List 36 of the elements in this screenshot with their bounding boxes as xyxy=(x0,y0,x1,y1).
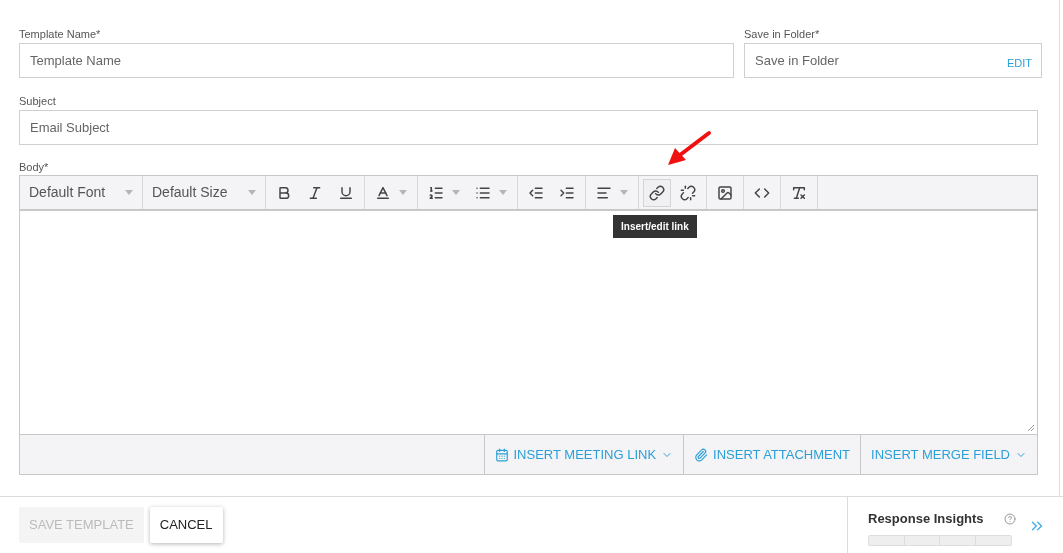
bold-icon xyxy=(276,184,292,201)
annotation-arrow xyxy=(666,130,712,167)
resize-handle-icon xyxy=(1027,424,1035,432)
insert-button[interactable]: INSERT MERGE FIELD xyxy=(860,435,1037,474)
caret-icon xyxy=(248,190,256,195)
caret-icon xyxy=(399,190,407,195)
calendar-icon xyxy=(494,447,509,462)
underline-icon xyxy=(338,184,354,201)
numbered-list-icon xyxy=(428,184,444,201)
field-label: Save in Folder* xyxy=(744,27,821,40)
caret-icon xyxy=(452,190,460,195)
field-label: Template Name* xyxy=(19,27,102,40)
dropdown-select[interactable]: Default Font xyxy=(20,176,143,209)
insert-button[interactable]: INSERT ATTACHMENT xyxy=(683,435,861,474)
insert-button[interactable]: INSERT MEETING LINK xyxy=(483,435,684,474)
text-color-icon xyxy=(375,184,391,201)
field-label: Body* xyxy=(19,160,50,173)
footer-button[interactable]: CANCEL xyxy=(149,507,223,543)
editor-body[interactable]: Insert/edit link xyxy=(20,211,1037,434)
caret-icon xyxy=(620,190,628,195)
text-field[interactable]: Email Subject xyxy=(19,110,1038,145)
tooltip: Insert/edit link xyxy=(613,215,697,238)
field-label: Subject xyxy=(19,94,57,107)
paperclip-icon xyxy=(694,447,709,462)
edit-link[interactable]: EDIT xyxy=(1006,55,1032,72)
insights-title: Response Insights xyxy=(868,510,984,528)
text-field[interactable]: Template Name xyxy=(19,43,734,78)
toolbar-button[interactable] xyxy=(643,178,671,207)
clear-formatting-icon xyxy=(791,184,807,201)
caret-icon xyxy=(125,190,133,195)
unlink-icon xyxy=(680,184,696,201)
italic-icon xyxy=(307,184,323,201)
dropdown-select[interactable]: Default Size xyxy=(143,176,266,209)
link-icon xyxy=(649,184,665,201)
caret-icon xyxy=(499,190,507,195)
image-icon xyxy=(717,184,733,201)
